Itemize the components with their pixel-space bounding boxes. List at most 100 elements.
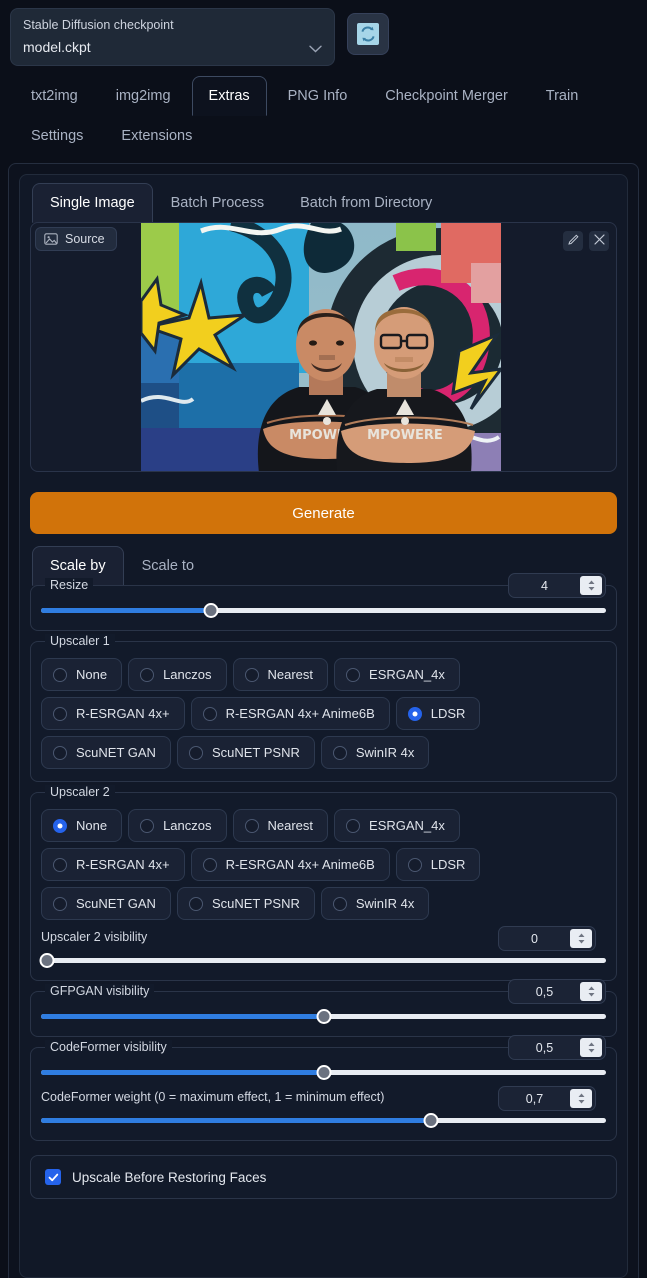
upscaler-2-radios: None Lanczos Nearest ESRGAN_4x R-ESRGAN … xyxy=(41,809,606,920)
radio-icon xyxy=(53,706,67,721)
resize-stepper[interactable] xyxy=(580,576,602,595)
radio-icon xyxy=(188,745,203,760)
tab-checkpoint-merger[interactable]: Checkpoint Merger xyxy=(368,76,525,116)
slider-fill xyxy=(41,1013,324,1019)
main-tab-bar: txt2img img2img Extras PNG Info Checkpoi… xyxy=(0,66,647,156)
tab-extras[interactable]: Extras xyxy=(191,76,267,116)
upscaler2-option-esrgan-4x[interactable]: ESRGAN_4x xyxy=(334,809,460,842)
codeformer-weight-slider[interactable] xyxy=(41,1112,606,1128)
upscaler1-option-r-esrgan-4x-anime6b[interactable]: R-ESRGAN 4x+ Anime6B xyxy=(190,697,390,730)
codeformer-visibility-slider[interactable] xyxy=(41,1064,606,1080)
checkpoint-dropdown[interactable]: Stable Diffusion checkpoint model.ckpt xyxy=(10,8,335,66)
radio-icon xyxy=(188,896,203,911)
radio-icon xyxy=(346,667,361,682)
tab-batch-process[interactable]: Batch Process xyxy=(153,183,283,223)
slider-thumb[interactable] xyxy=(423,1112,439,1128)
upscaler1-option-swinir-4x[interactable]: SwinIR 4x xyxy=(320,736,430,769)
image-icon xyxy=(44,232,58,246)
refresh-icon xyxy=(357,23,379,45)
checkpoint-label: Stable Diffusion checkpoint xyxy=(23,18,174,32)
upscaler-2-group: Upscaler 2 None Lanczos Nearest ESRGAN_4… xyxy=(30,785,617,981)
pencil-icon xyxy=(567,232,579,250)
source-image: MPOWERE MPOWERE xyxy=(141,223,501,471)
codeformer-visibility-stepper[interactable] xyxy=(580,1038,602,1057)
upscaler1-option-lanczos[interactable]: Lanczos xyxy=(128,658,227,691)
tab-train[interactable]: Train xyxy=(529,76,596,116)
upscale-before-restoring-faces-row[interactable]: Upscale Before Restoring Faces xyxy=(30,1155,617,1199)
tab-png-info[interactable]: PNG Info xyxy=(271,76,365,116)
upscaler2-option-r-esrgan-4x-plus[interactable]: R-ESRGAN 4x+ xyxy=(41,848,185,881)
gfpgan-label: GFPGAN visibility xyxy=(45,984,155,998)
check-icon xyxy=(48,1173,58,1181)
refresh-checkpoints-button[interactable] xyxy=(347,13,389,55)
radio-icon xyxy=(140,818,155,833)
codeformer-visibility-label: CodeFormer visibility xyxy=(45,1040,172,1054)
upscaler2-option-ldsr[interactable]: LDSR xyxy=(395,848,481,881)
upscaler-2-visibility-row: Upscaler 2 visibility 0 xyxy=(39,926,606,968)
upscaler2-option-scunet-psnr[interactable]: ScuNET PSNR xyxy=(176,887,315,920)
upscaler-2-visibility-stepper[interactable] xyxy=(570,929,592,948)
radio-icon xyxy=(53,857,67,872)
tab-settings[interactable]: Settings xyxy=(14,116,100,156)
upscaler1-option-nearest[interactable]: Nearest xyxy=(232,658,329,691)
source-image-dropzone[interactable]: Source MPOWERE MPOWERE xyxy=(30,222,617,472)
tab-img2img[interactable]: img2img xyxy=(99,76,188,116)
gfpgan-slider[interactable] xyxy=(41,1008,606,1024)
codeformer-visibility-number-input[interactable]: 0,5 xyxy=(508,1035,606,1060)
slider-thumb[interactable] xyxy=(39,952,55,968)
upscaler2-option-lanczos[interactable]: Lanczos xyxy=(128,809,227,842)
upscaler2-option-r-esrgan-4x-anime6b[interactable]: R-ESRGAN 4x+ Anime6B xyxy=(190,848,390,881)
upscaler2-option-scunet-gan[interactable]: ScuNET GAN xyxy=(41,887,171,920)
upscaler-1-group: Upscaler 1 None Lanczos Nearest ESRGAN_4… xyxy=(30,634,617,782)
tab-single-image[interactable]: Single Image xyxy=(32,183,153,223)
upscaler-1-radios: None Lanczos Nearest ESRGAN_4x R-ESRGAN … xyxy=(41,658,606,769)
upscaler2-option-nearest[interactable]: Nearest xyxy=(232,809,329,842)
extras-inner: Single Image Batch Process Batch from Di… xyxy=(19,174,628,1278)
slider-thumb[interactable] xyxy=(316,1008,331,1024)
upscaler-2-visibility-number-input[interactable]: 0 xyxy=(498,926,596,951)
upscaler1-option-none[interactable]: None xyxy=(41,658,123,691)
tab-txt2img[interactable]: txt2img xyxy=(14,76,95,116)
gfpgan-value: 0,5 xyxy=(535,984,554,999)
radio-icon xyxy=(53,818,67,833)
codeformer-weight-value: 0,7 xyxy=(525,1091,544,1106)
slider-thumb[interactable] xyxy=(316,1064,331,1080)
upscaler1-option-r-esrgan-4x-plus[interactable]: R-ESRGAN 4x+ xyxy=(41,697,185,730)
upscaler-2-visibility-value: 0 xyxy=(531,931,538,946)
resize-number-input[interactable]: 4 xyxy=(508,573,606,598)
upscaler2-option-swinir-4x[interactable]: SwinIR 4x xyxy=(320,887,430,920)
upscaler1-option-esrgan-4x[interactable]: ESRGAN_4x xyxy=(334,658,460,691)
tab-extensions[interactable]: Extensions xyxy=(104,116,209,156)
radio-icon xyxy=(202,857,217,872)
upscaler1-option-ldsr[interactable]: LDSR xyxy=(395,697,481,730)
upscaler2-option-none[interactable]: None xyxy=(41,809,123,842)
gfpgan-stepper[interactable] xyxy=(580,982,602,1001)
edit-image-button[interactable] xyxy=(563,231,583,251)
resize-slider[interactable] xyxy=(41,602,606,618)
checkpoint-bar: Stable Diffusion checkpoint model.ckpt xyxy=(0,0,647,66)
upscaler-2-visibility-slider[interactable] xyxy=(39,952,606,968)
gfpgan-number-input[interactable]: 0,5 xyxy=(508,979,606,1004)
tab-batch-from-directory[interactable]: Batch from Directory xyxy=(282,183,450,223)
resize-slider-thumb[interactable] xyxy=(203,602,218,618)
radio-icon xyxy=(53,896,67,911)
image-tool-buttons xyxy=(563,231,609,251)
generate-button[interactable]: Generate xyxy=(30,492,617,534)
remove-image-button[interactable] xyxy=(589,231,609,251)
upscaler1-option-scunet-gan[interactable]: ScuNET GAN xyxy=(41,736,171,769)
upscaler-1-label: Upscaler 1 xyxy=(45,634,115,648)
radio-icon xyxy=(53,745,67,760)
close-icon xyxy=(593,232,605,250)
codeformer-weight-number-input[interactable]: 0,7 xyxy=(498,1086,596,1111)
upscale-before-restoring-faces-checkbox[interactable] xyxy=(45,1169,61,1185)
slider-fill xyxy=(41,1069,324,1075)
codeformer-weight-row: CodeFormer weight (0 = maximum effect, 1… xyxy=(41,1086,606,1128)
extras-panel: Single Image Batch Process Batch from Di… xyxy=(8,163,639,1278)
radio-icon xyxy=(244,667,259,682)
codeformer-visibility-value: 0,5 xyxy=(535,1040,554,1055)
tab-scale-to[interactable]: Scale to xyxy=(124,546,212,586)
codeformer-weight-stepper[interactable] xyxy=(570,1089,592,1108)
resize-value: 4 xyxy=(541,578,548,593)
resize-slider-fill xyxy=(41,607,211,613)
upscaler1-option-scunet-psnr[interactable]: ScuNET PSNR xyxy=(176,736,315,769)
